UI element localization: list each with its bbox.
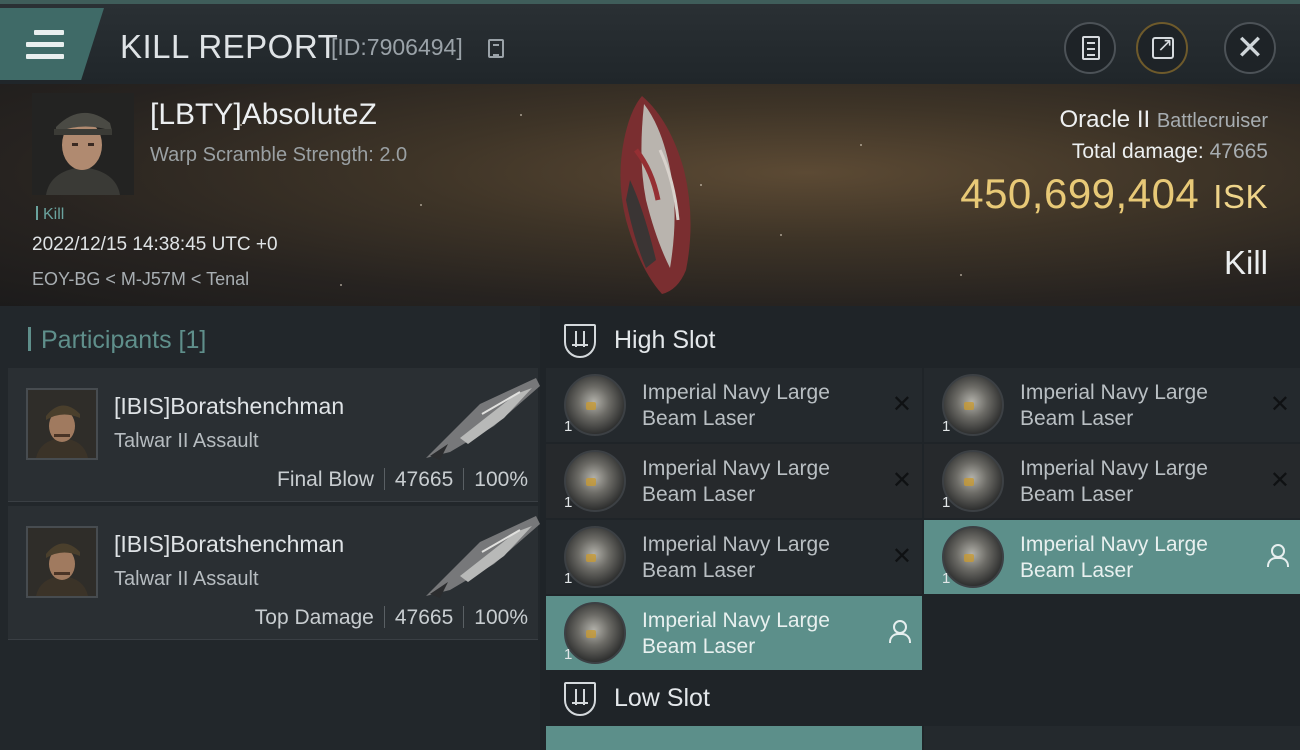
beam-laser-icon [564,602,626,664]
module-quantity: 1 [942,570,951,587]
beam-laser-icon [564,374,626,436]
participant-ship-image[interactable] [420,512,542,600]
close-button[interactable]: ✕ [1224,22,1276,74]
victim-ship-name[interactable]: Oracle II Battlecruiser [1059,106,1268,134]
module-quantity: 1 [942,494,951,511]
participant-name[interactable]: [IBIS]Boratshenchman [114,531,344,558]
clipboard-button[interactable] [1064,22,1116,74]
participant-name[interactable]: [IBIS]Boratshenchman [114,393,344,420]
beam-laser-icon [942,450,1004,512]
module-name: Imperial Navy Large Beam Laser [642,533,830,582]
victim-avatar[interactable] [32,93,134,195]
menu-button[interactable] [0,8,104,80]
module-quantity: 1 [564,646,573,663]
warp-scramble-strength: Warp Scramble Strength: 2.0 [150,144,408,166]
victim-banner: [LBTY]AbsoluteZ Warp Scramble Strength: … [0,84,1300,306]
participant-ship: Talwar II Assault [114,430,259,452]
participant-stats: Top Damage 47665 100% [255,606,528,630]
module-item-partial[interactable] [546,726,922,750]
participants-title: Participants [1] [28,326,206,355]
module-item[interactable]: 1 Imperial Navy Large Beam Laser ✕ [924,444,1300,518]
participant-role: Final Blow [277,468,374,491]
participant-role: Top Damage [254,606,374,629]
share-button[interactable] [1136,22,1188,74]
participant-row[interactable]: [IBIS]Boratshenchman Talwar II Assault F… [8,368,540,502]
participant-row[interactable]: [IBIS]Boratshenchman Talwar II Assault T… [8,506,540,640]
participant-damage: 47665 [394,606,454,629]
destroyed-icon: ✕ [1269,466,1290,494]
victim-name[interactable]: [LBTY]AbsoluteZ [150,98,377,132]
participant-avatar[interactable] [26,388,98,460]
kill-result: Kill [1223,244,1268,281]
destroyed-icon: ✕ [891,466,912,494]
low-slot-icon [564,682,596,716]
participant-avatar[interactable] [26,526,98,598]
module-item[interactable]: 1 Imperial Navy Large Beam Laser ✕ [546,520,922,594]
ship-name-text: Oracle II [1059,106,1151,133]
report-id: [ID:7906494] [331,34,463,60]
module-name: Imperial Navy Large Beam Laser [642,457,830,506]
beam-laser-icon [564,450,626,512]
module-item[interactable]: 1 Imperial Navy Large Beam Laser ✕ [546,368,922,442]
isk-amount: 450,699,404 [960,170,1200,217]
kill-location[interactable]: EOY-BG < M-J57M < Tenal [32,269,249,290]
fitting-panel: High Slot 1 Imperial Navy Large Beam Las… [540,306,1300,750]
clipboard-icon [1082,36,1100,60]
destroyed-icon: ✕ [1269,390,1290,418]
beam-laser-icon [564,526,626,588]
beam-laser-icon [942,526,1004,588]
isk-unit: ISK [1213,178,1268,215]
module-name: Imperial Navy Large Beam Laser [642,381,830,430]
module-quantity: 1 [564,570,573,587]
top-bar: KILL REPORT [ID:7906494] ✕ [0,0,1300,84]
destroyed-icon: ✕ [891,542,912,570]
participant-damage: 47665 [394,468,454,491]
share-icon [1152,34,1174,59]
copy-icon[interactable] [488,39,504,58]
participant-ship-image[interactable] [420,374,542,462]
ship-class-text: Battlecruiser [1156,110,1268,132]
module-name: Imperial Navy Large Beam Laser [642,609,830,658]
menu-icon [26,30,64,60]
module-quantity: 1 [942,418,951,435]
close-icon: ✕ [1235,28,1265,68]
participant-percent: 100% [474,606,528,629]
module-item[interactable]: 1 Imperial Navy Large Beam Laser [924,520,1300,594]
high-slot-icon [564,324,596,358]
beam-laser-icon [942,374,1004,436]
total-damage-label: Total damage: [1071,140,1204,163]
kill-tag: Kill [36,206,64,224]
module-item[interactable]: 1 Imperial Navy Large Beam Laser ✕ [546,444,922,518]
dropped-person-icon [1266,544,1289,568]
module-name: Imperial Navy Large Beam Laser [1020,457,1208,506]
module-name: Imperial Navy Large Beam Laser [1020,381,1208,430]
destroyed-icon: ✕ [891,390,912,418]
module-item[interactable]: 1 Imperial Navy Large Beam Laser [546,596,922,670]
victim-ship-image[interactable] [600,90,710,296]
total-damage: Total damage: 47665 [1072,140,1268,164]
low-slot-label: Low Slot [614,684,710,712]
kill-timestamp: 2022/12/15 14:38:45 UTC +0 [32,234,278,255]
participant-percent: 100% [474,468,528,491]
dropped-person-icon [888,620,911,644]
module-quantity: 1 [564,494,573,511]
module-item[interactable]: 1 Imperial Navy Large Beam Laser ✕ [924,368,1300,442]
module-name: Imperial Navy Large Beam Laser [1020,533,1208,582]
participants-panel: Participants [1] [IBIS]Boratshenchman Ta… [0,306,540,750]
page-title: KILL REPORT [120,28,339,65]
high-slot-label: High Slot [614,326,716,354]
participant-ship: Talwar II Assault [114,568,259,590]
module-quantity: 1 [564,418,573,435]
isk-value: 450,699,404 ISK [960,170,1268,218]
participant-stats: Final Blow 47665 100% [277,468,528,492]
total-damage-value: 47665 [1209,140,1268,163]
module-item-partial[interactable] [924,726,1300,750]
